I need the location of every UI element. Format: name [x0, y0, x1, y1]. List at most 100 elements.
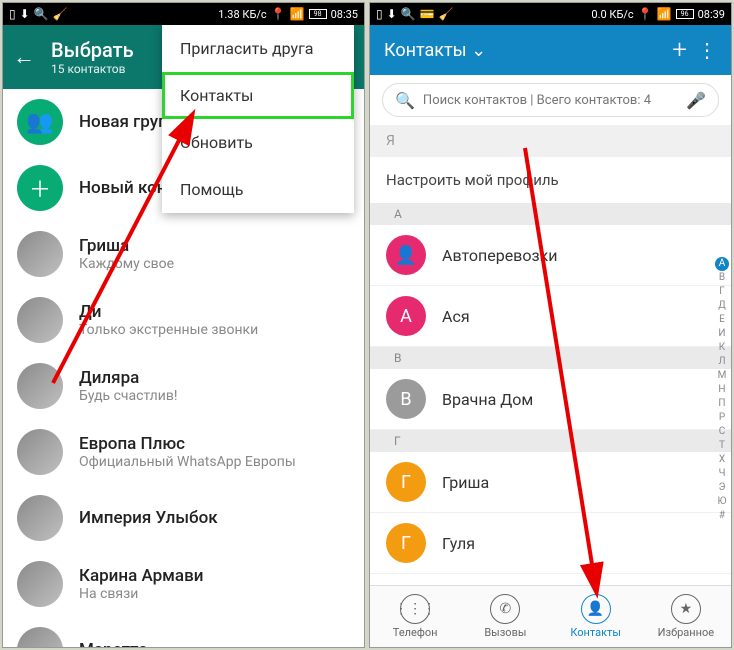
- contact-row[interactable]: ГГуля: [370, 513, 731, 574]
- search-icon: 🔍: [395, 91, 415, 110]
- index-letter[interactable]: Х: [715, 453, 729, 467]
- brush-icon: 🧹: [439, 7, 454, 21]
- contact-row[interactable]: ВВрачна Дом: [370, 369, 731, 430]
- index-letter[interactable]: И: [715, 327, 729, 341]
- contact-status: На связи: [79, 586, 203, 602]
- index-letter[interactable]: Е: [715, 313, 729, 327]
- contact-status: Только экстренные звонки: [79, 322, 258, 338]
- avatar: [17, 627, 63, 647]
- contact-row[interactable]: ДиляраБудь счастлив!: [3, 353, 364, 419]
- status-bar: ▯ ⬇ 🔍 🧹 1.38 КБ/с 📍 📶 98 08:35: [3, 3, 364, 25]
- avatar: В: [386, 379, 426, 419]
- nav-label: Телефон: [393, 626, 438, 639]
- contact-status: Будь счастлив!: [79, 388, 177, 404]
- network-speed: 0.0 КБ/с: [591, 8, 633, 21]
- bottom-nav: ⋮⋮⋮Телефон✆Вызовы👤Контакты★Избранное: [370, 585, 731, 647]
- contact-row[interactable]: ААся: [370, 286, 731, 347]
- back-icon[interactable]: ←: [13, 44, 35, 70]
- index-letter[interactable]: В: [715, 271, 729, 285]
- contacts-body: Я Настроить мой профиль А👤АвтоперевозкиА…: [370, 125, 731, 585]
- group-header: Г: [370, 430, 731, 452]
- contacts-count: 15 контактов: [51, 62, 134, 76]
- clock: 08:39: [698, 8, 725, 21]
- group-header: А: [370, 203, 731, 225]
- nav-person[interactable]: 👤Контакты: [551, 586, 641, 647]
- contact-row[interactable]: ГГриша: [370, 452, 731, 513]
- location-icon: 📍: [638, 7, 653, 21]
- menu-item[interactable]: Контакты: [162, 72, 354, 119]
- contact-name: Ди: [79, 302, 258, 322]
- menu-item[interactable]: Обновить: [162, 119, 354, 166]
- sim-icon: ▯: [9, 7, 16, 21]
- nav-label: Избранное: [658, 626, 714, 639]
- group-header: В: [370, 347, 731, 369]
- contact-row[interactable]: Империя Улыбок: [3, 485, 364, 551]
- network-speed: 1.38 КБ/с: [218, 8, 266, 21]
- nav-label: Вызовы: [484, 626, 526, 639]
- contact-name: Карина Армави: [79, 566, 203, 586]
- contact-status: Официальный WhatsApp Европы: [79, 454, 296, 470]
- mic-icon[interactable]: 🎤: [686, 91, 706, 110]
- app-header: Контакты ⌄ + ⋮: [370, 25, 731, 75]
- card-icon: 💳: [420, 7, 435, 21]
- menu-item[interactable]: Пригласить друга: [162, 25, 354, 72]
- search-input[interactable]: [423, 93, 678, 108]
- index-letter[interactable]: Г: [715, 285, 729, 299]
- page-title: Выбрать: [51, 38, 134, 62]
- avatar: 👤: [386, 235, 426, 275]
- nav-star[interactable]: ★Избранное: [641, 586, 731, 647]
- header-title[interactable]: Контакты ⌄: [384, 40, 486, 61]
- contact-name: Гуля: [442, 534, 475, 553]
- contact-name: Гриша: [442, 473, 489, 492]
- index-letter[interactable]: М: [715, 369, 729, 383]
- contact-status: Каждому свое: [79, 256, 174, 272]
- avatar: [17, 429, 63, 475]
- contact-row[interactable]: Карина АрмавиНа связи: [3, 551, 364, 617]
- nav-dialpad[interactable]: ⋮⋮⋮Телефон: [370, 586, 460, 647]
- search-icon: 🔍: [34, 7, 49, 21]
- contact-row[interactable]: ГришаКаждому свое: [3, 221, 364, 287]
- download-icon: ⬇: [387, 7, 397, 21]
- more-icon[interactable]: ⋮: [697, 38, 717, 62]
- index-letter[interactable]: Ч: [715, 467, 729, 481]
- index-letter[interactable]: #: [715, 509, 729, 523]
- index-letter[interactable]: А: [715, 257, 729, 271]
- nav-phone[interactable]: ✆Вызовы: [460, 586, 550, 647]
- menu-item[interactable]: Помощь: [162, 166, 354, 213]
- contact-name: Европа Плюс: [79, 434, 296, 454]
- index-letter[interactable]: Р: [715, 411, 729, 425]
- avatar: [17, 231, 63, 277]
- action-icon: 👥: [17, 99, 63, 145]
- wifi-icon: 📶: [657, 7, 672, 21]
- index-letter[interactable]: Т: [715, 439, 729, 453]
- index-letter[interactable]: Э: [715, 481, 729, 495]
- index-letter[interactable]: Н: [715, 383, 729, 397]
- nav-label: Контакты: [570, 626, 621, 639]
- contact-row[interactable]: Европа ПлюсОфициальный WhatsApp Европы: [3, 419, 364, 485]
- status-bar: ▯ ⬇ 🔍 💳 🧹 0.0 КБ/с 📍 📶 96 08:39: [370, 3, 731, 25]
- index-letter[interactable]: Ю: [715, 495, 729, 509]
- sim-icon: ▯: [376, 7, 383, 21]
- battery-icon: 98: [309, 9, 327, 19]
- whatsapp-screen: ▯ ⬇ 🔍 🧹 1.38 КБ/с 📍 📶 98 08:35 ← Выбрать…: [2, 2, 365, 648]
- index-letter[interactable]: Д: [715, 299, 729, 313]
- add-contact-button[interactable]: +: [672, 35, 687, 65]
- avatar: [17, 495, 63, 541]
- index-letter[interactable]: С: [715, 425, 729, 439]
- my-profile-row[interactable]: Настроить мой профиль: [370, 157, 731, 203]
- index-letter[interactable]: П: [715, 397, 729, 411]
- contact-row[interactable]: 👤Автоперевозки: [370, 225, 731, 286]
- contact-row[interactable]: ДиТолько экстренные звонки: [3, 287, 364, 353]
- contacts-app-screen: ▯ ⬇ 🔍 💳 🧹 0.0 КБ/с 📍 📶 96 08:39 Контакты…: [369, 2, 732, 648]
- contact-row[interactable]: Маретта: [3, 617, 364, 647]
- clock: 08:35: [331, 8, 358, 21]
- alphabet-index[interactable]: АВГДЕИКЛМНПРСТХЧЭЮ#: [715, 257, 729, 523]
- index-letter[interactable]: Л: [715, 355, 729, 369]
- action-icon: ＋: [17, 165, 63, 211]
- wifi-icon: 📶: [290, 7, 305, 21]
- search-field[interactable]: 🔍 🎤: [382, 83, 719, 117]
- index-letter[interactable]: К: [715, 341, 729, 355]
- overflow-menu: Пригласить другаКонтактыОбновитьПомощь: [162, 25, 354, 213]
- avatar: [17, 363, 63, 409]
- section-self: Я: [370, 125, 731, 157]
